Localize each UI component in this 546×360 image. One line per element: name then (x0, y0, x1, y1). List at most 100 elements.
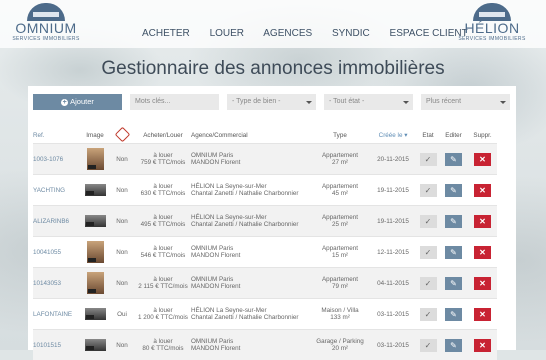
state-select[interactable]: - Tout état - (324, 94, 413, 110)
check-icon[interactable]: ✓ (420, 277, 437, 290)
close-icon[interactable]: ✕ (474, 277, 491, 290)
row-delete[interactable]: ✕ (468, 268, 497, 299)
row-agent-name: Chantal Zanetti / Nathalie Charbonnier (191, 221, 311, 228)
row-flag: Non (109, 237, 135, 268)
row-flag: Non (109, 330, 135, 360)
row-image[interactable] (81, 268, 109, 299)
add-listing-button[interactable]: +Ajouter (33, 94, 122, 110)
search-input[interactable]: Mots clés... (130, 94, 219, 110)
row-edit[interactable]: ✎ (439, 299, 468, 330)
row-delete[interactable]: ✕ (468, 299, 497, 330)
row-delete[interactable]: ✕ (468, 237, 497, 268)
row-state[interactable]: ✓ (417, 144, 439, 175)
row-area: 25 m² (311, 221, 369, 228)
col-ref[interactable]: Ref. (33, 127, 81, 144)
row-image[interactable] (81, 144, 109, 175)
row-agency-name: OMNIUM Paris (191, 338, 311, 345)
nav-syndic[interactable]: SYNDIC (332, 28, 370, 39)
row-agency-name: HÉLION La Seyne-sur-Mer (191, 307, 311, 314)
row-price-value: 630 € TTC/mois (135, 190, 191, 197)
omnium-logo[interactable]: OMNIUM SERVICES IMMOBILIERS (6, 3, 86, 42)
row-edit[interactable]: ✎ (439, 268, 468, 299)
col-delete: Suppr. (468, 127, 497, 144)
row-price-value: 546 € TTC/mois (135, 252, 191, 259)
row-state[interactable]: ✓ (417, 268, 439, 299)
check-icon[interactable]: ✓ (420, 153, 437, 166)
plus-icon: + (61, 99, 68, 106)
row-ref[interactable]: 10101515 (33, 330, 81, 360)
listing-photo (85, 184, 106, 196)
close-icon[interactable]: ✕ (474, 308, 491, 321)
row-agency: OMNIUM ParisMANDON Florent (191, 268, 311, 299)
row-mode: à louer (135, 245, 191, 252)
close-icon[interactable]: ✕ (474, 215, 491, 228)
row-delete[interactable]: ✕ (468, 206, 497, 237)
chevron-down-icon (500, 101, 506, 104)
col-created[interactable]: Créée le ▾ (369, 127, 417, 144)
nav-acheter[interactable]: ACHETER (142, 28, 190, 39)
close-icon[interactable]: ✕ (474, 184, 491, 197)
row-edit[interactable]: ✎ (439, 206, 468, 237)
row-delete[interactable]: ✕ (468, 144, 497, 175)
row-ref[interactable]: LAFONTAINE (33, 299, 81, 330)
row-price-value: 80 € TTC/mois (135, 345, 191, 352)
nav-louer[interactable]: LOUER (210, 28, 244, 39)
row-image[interactable] (81, 206, 109, 237)
row-edit[interactable]: ✎ (439, 175, 468, 206)
row-type-name: Appartement (311, 276, 369, 283)
row-ref[interactable]: 1003-1076 (33, 144, 81, 175)
table-row: 10143053Nonà louer2 115 € TTC/moisOMNIUM… (33, 268, 497, 299)
helion-logo[interactable]: HÉLION SERVICES IMMOBILIERS (448, 3, 536, 42)
row-ref[interactable]: 10041055 (33, 237, 81, 268)
row-agency-name: OMNIUM Paris (191, 276, 311, 283)
check-icon[interactable]: ✓ (420, 184, 437, 197)
row-type-name: Appartement (311, 245, 369, 252)
row-image[interactable] (81, 237, 109, 268)
row-ref[interactable]: YACHTING (33, 175, 81, 206)
edit-icon[interactable]: ✎ (445, 215, 462, 228)
row-price: à louer2 115 € TTC/mois (135, 268, 191, 299)
row-state[interactable]: ✓ (417, 206, 439, 237)
chevron-down-icon (306, 101, 312, 104)
row-edit[interactable]: ✎ (439, 330, 468, 360)
row-state[interactable]: ✓ (417, 175, 439, 206)
row-delete[interactable]: ✕ (468, 175, 497, 206)
row-ref[interactable]: ALIZARINB6 (33, 206, 81, 237)
row-delete[interactable]: ✕ (468, 330, 497, 360)
add-listing-label: Ajouter (70, 97, 94, 106)
row-area: 27 m² (311, 159, 369, 166)
edit-icon[interactable]: ✎ (445, 277, 462, 290)
row-edit[interactable]: ✎ (439, 144, 468, 175)
row-image[interactable] (81, 175, 109, 206)
row-state[interactable]: ✓ (417, 330, 439, 360)
edit-icon[interactable]: ✎ (445, 308, 462, 321)
row-image[interactable] (81, 330, 109, 360)
table-row: YACHTINGNonà louer630 € TTC/moisHÉLION L… (33, 175, 497, 206)
col-buy-rent: Acheter/Louer (135, 127, 191, 144)
row-state[interactable]: ✓ (417, 299, 439, 330)
check-icon[interactable]: ✓ (420, 215, 437, 228)
row-agency: OMNIUM ParisMANDON Florent (191, 237, 311, 268)
check-icon[interactable]: ✓ (420, 308, 437, 321)
row-agency-name: HÉLION La Seyne-sur-Mer (191, 183, 311, 190)
nav-agences[interactable]: AGENCES (263, 28, 312, 39)
state-select-value: - Tout état - (329, 98, 364, 105)
row-ref[interactable]: 10143053 (33, 268, 81, 299)
edit-icon[interactable]: ✎ (445, 246, 462, 259)
row-price: à louer80 € TTC/mois (135, 330, 191, 360)
row-edit[interactable]: ✎ (439, 237, 468, 268)
edit-icon[interactable]: ✎ (445, 153, 462, 166)
close-icon[interactable]: ✕ (474, 153, 491, 166)
sort-select[interactable]: Plus récent (421, 94, 510, 110)
edit-icon[interactable]: ✎ (445, 184, 462, 197)
col-home (109, 127, 135, 144)
row-image[interactable] (81, 299, 109, 330)
close-icon[interactable]: ✕ (474, 246, 491, 259)
row-flag: Oui (109, 299, 135, 330)
row-state[interactable]: ✓ (417, 237, 439, 268)
type-select[interactable]: - Type de bien - (227, 94, 316, 110)
chevron-down-icon (403, 101, 409, 104)
row-area: 79 m² (311, 283, 369, 290)
check-icon[interactable]: ✓ (420, 246, 437, 259)
listing-photo (85, 215, 106, 227)
